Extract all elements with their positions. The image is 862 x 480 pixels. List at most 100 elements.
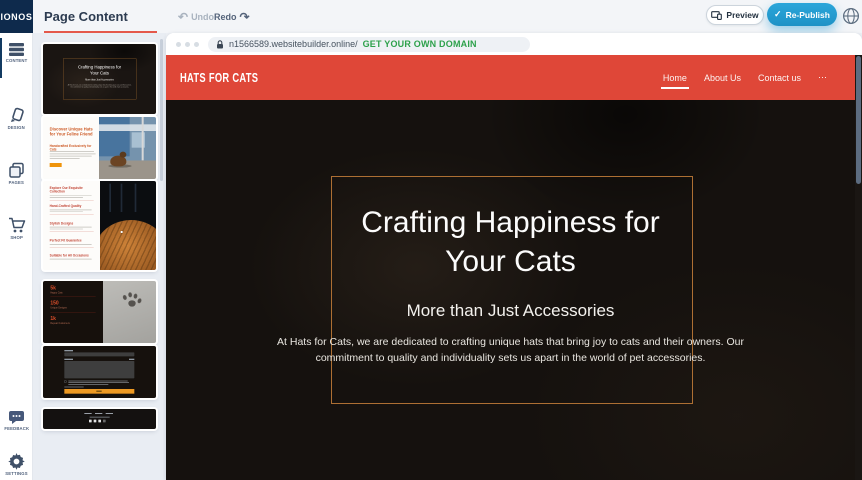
text-line-placeholder: [50, 209, 92, 210]
intro-thumb-heading: Discover Unique Hats for Your Feline Fri…: [50, 126, 96, 137]
social-icon: [98, 420, 101, 423]
nav-more-menu[interactable]: ⋯: [818, 72, 827, 83]
feature-item: Hand-Crafted Quality: [50, 204, 95, 214]
footer-nav-placeholder: [106, 413, 113, 414]
paw-toe: [137, 298, 142, 304]
text-line-placeholder: [68, 384, 108, 385]
ionos-logo[interactable]: IONOS: [0, 0, 33, 33]
footer-nav-placeholder: [95, 413, 102, 414]
feature-heading: Stylish Designs: [50, 222, 95, 226]
globe-language-icon[interactable]: [842, 7, 860, 25]
text-line-placeholder: [50, 259, 92, 260]
form-submit-label: [96, 391, 101, 392]
panel-scrollbar-thumb[interactable]: [160, 39, 163, 181]
design-icon: [8, 107, 25, 124]
site-logo[interactable]: HATS FOR CATS: [180, 70, 258, 85]
text-line-placeholder: [50, 197, 83, 198]
hero-title[interactable]: Crafting Happiness for Your Cats: [166, 203, 855, 281]
social-icon: [103, 420, 106, 423]
browser-chrome-bar: n1566589.websitebuilder.online/ GET YOUR…: [166, 33, 862, 55]
text-line-placeholder: [64, 387, 83, 388]
stat-value: 5k: [50, 285, 56, 291]
address-bar[interactable]: n1566589.websitebuilder.online/ GET YOUR…: [208, 37, 530, 52]
undo-button[interactable]: ↶ Undo: [178, 0, 214, 33]
sidebar-label-shop: SHOP: [10, 235, 23, 240]
sidebar-label-design: DESIGN: [8, 125, 25, 130]
features-thumb-photo-cat: [100, 181, 156, 270]
window-dot: [194, 42, 199, 47]
feature-item: Suitable for All Occasions: [50, 254, 95, 260]
sidebar-item-feedback[interactable]: FEEDBACK: [0, 410, 33, 436]
cursor-dot: [121, 231, 123, 233]
devices-icon: [711, 11, 722, 20]
page-content-panel: Crafting Happiness for Your Cats More th…: [33, 33, 166, 480]
feature-item: Stylish Designs: [50, 222, 95, 232]
preview-button[interactable]: Preview: [706, 5, 764, 25]
hero-subtitle[interactable]: More than Just Accessories: [166, 301, 855, 321]
window-dot: [176, 42, 181, 47]
social-icon: [94, 420, 97, 423]
stat-label: Repeat Customers: [50, 322, 69, 324]
footer-thumb-preview: [43, 409, 156, 429]
form-checkbox: [64, 381, 66, 383]
site-scrollbar-track[interactable]: [855, 55, 862, 480]
paw-toe: [122, 295, 127, 301]
text-line-placeholder: [68, 382, 129, 383]
section-thumbnail-hero[interactable]: Crafting Happiness for Your Cats More th…: [43, 44, 156, 114]
form-input: [64, 352, 134, 356]
hero-title-line2: Your Cats: [166, 242, 855, 281]
feature-item: Perfect Fit Guarantee: [50, 239, 95, 248]
text-line-placeholder: [50, 211, 83, 212]
nav-about[interactable]: About Us: [704, 73, 741, 83]
hero-body-text[interactable]: At Hats for Cats, we are dedicated to cr…: [263, 335, 758, 367]
get-domain-link[interactable]: GET YOUR OWN DOMAIN: [363, 39, 477, 49]
text-line-placeholder: [50, 158, 80, 159]
sidebar-item-design[interactable]: DESIGN: [0, 107, 33, 135]
website-viewport: HATS FOR CATS Home About Us Contact us ⋯…: [166, 55, 862, 480]
panel-title: Page Content: [44, 0, 128, 33]
sidebar-item-settings[interactable]: SETTINGS: [0, 453, 33, 480]
nav-home[interactable]: Home: [663, 73, 687, 83]
hero-thumb-title: Crafting Happiness for Your Cats: [43, 64, 156, 77]
sidebar-label-feedback: FEEDBACK: [4, 426, 29, 431]
content-icon: [8, 42, 25, 57]
section-thumbnail-footer[interactable]: [43, 409, 156, 429]
section-thumbnail-features[interactable]: Explore Our Exquisite Collection Hand-Cr…: [43, 181, 156, 270]
feature-heading: Perfect Fit Guarantee: [50, 239, 95, 243]
paw-pad: [128, 300, 135, 306]
ionos-logo-text: IONOS: [0, 12, 32, 22]
text-line-placeholder: [50, 227, 92, 228]
pages-icon: [8, 162, 25, 179]
hero-thumb-title-line2: Your Cats: [43, 70, 156, 76]
sidebar-item-pages[interactable]: PAGES: [0, 162, 33, 190]
republish-button[interactable]: ✓ Re-Publish: [767, 3, 837, 26]
footer-copyright-placeholder: [90, 417, 110, 418]
sidebar-item-content[interactable]: CONTENT: [0, 42, 33, 68]
site-url: n1566589.websitebuilder.online/: [229, 39, 358, 49]
section-thumbnail-contact-form[interactable]: [43, 346, 156, 398]
site-scrollbar-thumb[interactable]: [856, 56, 861, 184]
check-icon: ✓: [774, 9, 782, 20]
sidebar-label-content: CONTENT: [6, 58, 28, 63]
section-thumbnail-intro[interactable]: Discover Unique Hats for Your Feline Fri…: [43, 117, 156, 179]
form-textarea: [64, 361, 134, 378]
stat-value: 150: [50, 300, 58, 306]
hero-title-line1: Crafting Happiness for: [166, 203, 855, 242]
redo-label: Redo: [214, 12, 237, 22]
paw-toe: [128, 292, 132, 297]
sidebar-label-pages: PAGES: [9, 180, 24, 185]
intro-thumb-button: [50, 163, 62, 167]
site-header: HATS FOR CATS Home About Us Contact us ⋯: [166, 55, 855, 100]
photo-sign-band: [99, 124, 156, 131]
section-thumbnail-stats[interactable]: 5k Happy Cats 150 Unique Designs 1k Repe…: [43, 281, 156, 343]
nav-contact[interactable]: Contact us: [758, 73, 801, 83]
hero-thumb-body: At Hats for Cats, we are dedicated to cr…: [66, 84, 133, 88]
photo-cat-fur: [100, 220, 156, 270]
redo-button[interactable]: Redo ↷: [214, 0, 250, 33]
feature-heading: Hand-Crafted Quality: [50, 204, 95, 208]
sidebar-item-shop[interactable]: SHOP: [0, 217, 33, 245]
form-field-label: [64, 350, 73, 351]
stat-label: Unique Designs: [50, 307, 66, 309]
redo-icon: ↷: [240, 11, 250, 23]
text-line-placeholder: [68, 381, 127, 382]
